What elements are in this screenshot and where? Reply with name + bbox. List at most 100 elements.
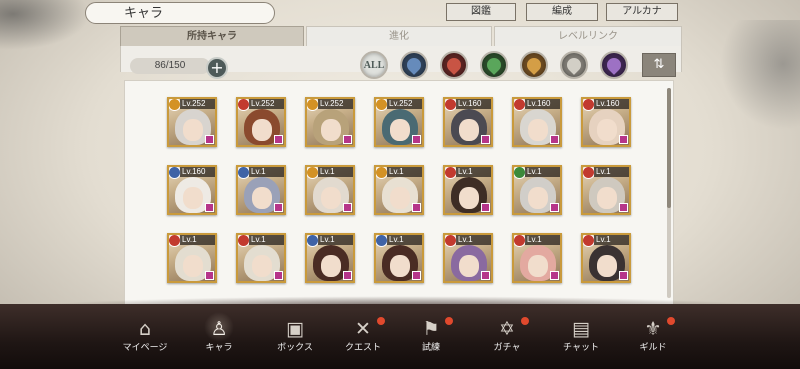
rarity-badge-icon	[274, 135, 283, 144]
character-face	[597, 255, 617, 277]
rarity-badge-icon	[481, 135, 490, 144]
nav-label: ギルド	[639, 342, 667, 352]
character-card[interactable]: Lv.1	[512, 165, 562, 215]
nav-label: ボックス	[277, 342, 313, 352]
ink-decoration-right	[720, 20, 800, 130]
level-label: Lv.1	[318, 235, 353, 245]
guild-icon: ⚜	[644, 318, 662, 340]
dark-element-icon	[604, 55, 624, 75]
character-face	[528, 119, 548, 141]
character-face	[183, 255, 203, 277]
encyclopedia-button[interactable]: 図鑑	[446, 3, 516, 21]
character-card[interactable]: Lv.1	[236, 233, 286, 283]
plus-icon: +	[210, 58, 224, 77]
level-label: Lv.1	[594, 235, 629, 245]
character-card[interactable]: Lv.252	[167, 97, 217, 147]
character-card[interactable]: Lv.1	[581, 165, 631, 215]
nav-label: クエスト	[344, 342, 381, 352]
character-card[interactable]: Lv.1	[512, 233, 562, 283]
filter-wind-button[interactable]	[480, 51, 508, 79]
notification-dot	[521, 317, 529, 325]
filter-dark-button[interactable]	[600, 51, 628, 79]
character-card[interactable]: Lv.160	[443, 97, 493, 147]
notification-dot	[667, 317, 675, 325]
nav-label: 試練	[421, 342, 440, 352]
rarity-badge-icon	[274, 271, 283, 280]
character-face	[390, 119, 410, 141]
character-card[interactable]: Lv.1	[167, 233, 217, 283]
nav-label: ガチャ	[493, 342, 521, 352]
character-card[interactable]: Lv.1	[374, 233, 424, 283]
level-label: Lv.160	[180, 167, 215, 177]
character-card[interactable]: Lv.252	[236, 97, 286, 147]
nav-item-chara[interactable]: ♙ キャラ	[186, 312, 252, 362]
rarity-badge-icon	[619, 135, 628, 144]
grid-scrollbar-thumb[interactable]	[667, 88, 671, 208]
level-label: Lv.252	[318, 99, 353, 109]
character-card[interactable]: Lv.160	[167, 165, 217, 215]
nav-item-home[interactable]: ⌂ マイページ	[112, 316, 178, 362]
light-element-icon	[564, 55, 584, 75]
rarity-badge-icon	[412, 271, 421, 280]
level-label: Lv.1	[456, 167, 491, 177]
home-icon: ⌂	[138, 318, 152, 340]
character-face	[528, 187, 548, 209]
character-face	[321, 187, 341, 209]
tab-owned-chara[interactable]: 所持キャラ	[120, 26, 304, 46]
rarity-badge-icon	[205, 203, 214, 212]
character-card[interactable]: Lv.1	[374, 165, 424, 215]
nav-item-swords[interactable]: ✕ クエスト	[330, 316, 396, 362]
character-card[interactable]: Lv.1	[443, 165, 493, 215]
character-card[interactable]: Lv.252	[374, 97, 424, 147]
nav-item-chat[interactable]: ▤ チャット	[548, 316, 614, 362]
level-label: Lv.1	[594, 167, 629, 177]
nav-item-flag[interactable]: ⚑ 試練	[398, 316, 464, 362]
level-label: Lv.1	[249, 167, 284, 177]
filter-light-button[interactable]	[560, 51, 588, 79]
gacha-icon: ✡	[499, 318, 515, 340]
character-card[interactable]: Lv.160	[581, 97, 631, 147]
rarity-badge-icon	[274, 203, 283, 212]
nav-item-guild[interactable]: ⚜ ギルド	[620, 316, 686, 362]
character-card[interactable]: Lv.1	[236, 165, 286, 215]
ink-decoration-left	[0, 0, 90, 50]
character-card[interactable]: Lv.1	[581, 233, 631, 283]
filter-earth-button[interactable]	[520, 51, 548, 79]
nav-label: キャラ	[205, 342, 233, 352]
level-label: Lv.1	[525, 167, 560, 177]
water-element-icon	[404, 55, 424, 75]
nav-item-box[interactable]: ▣ ボックス	[262, 316, 328, 362]
sort-icon: ⇅	[653, 57, 665, 72]
level-label: Lv.160	[525, 99, 560, 109]
filter-all-button[interactable]: ALL	[360, 51, 388, 79]
character-card[interactable]: Lv.1	[443, 233, 493, 283]
character-face	[597, 119, 617, 141]
box-icon: ▣	[286, 318, 304, 340]
expand-capacity-button[interactable]: +	[206, 57, 228, 79]
nav-label: マイページ	[122, 342, 168, 352]
tab-evolution[interactable]: 進化	[306, 26, 492, 46]
filter-fire-button[interactable]	[440, 51, 468, 79]
rarity-badge-icon	[550, 135, 559, 144]
fire-element-icon	[444, 55, 464, 75]
level-label: Lv.1	[456, 235, 491, 245]
nav-item-gacha[interactable]: ✡ ガチャ	[474, 316, 540, 362]
sort-button[interactable]: ⇅	[642, 53, 676, 77]
arcana-button[interactable]: アルカナ	[606, 3, 678, 21]
swords-icon: ✕	[355, 318, 371, 340]
character-card[interactable]: Lv.252	[305, 97, 355, 147]
formation-button[interactable]: 編成	[526, 3, 598, 21]
character-card[interactable]: Lv.160	[512, 97, 562, 147]
character-card[interactable]: Lv.1	[305, 233, 355, 283]
flag-icon: ⚑	[422, 318, 440, 340]
character-face	[252, 255, 272, 277]
level-label: Lv.252	[249, 99, 284, 109]
rarity-badge-icon	[343, 135, 352, 144]
character-card[interactable]: Lv.1	[305, 165, 355, 215]
character-face	[390, 255, 410, 277]
rarity-badge-icon	[550, 203, 559, 212]
rarity-badge-icon	[619, 271, 628, 280]
character-face	[390, 187, 410, 209]
filter-water-button[interactable]	[400, 51, 428, 79]
tab-level-link[interactable]: レベルリンク	[494, 26, 682, 46]
